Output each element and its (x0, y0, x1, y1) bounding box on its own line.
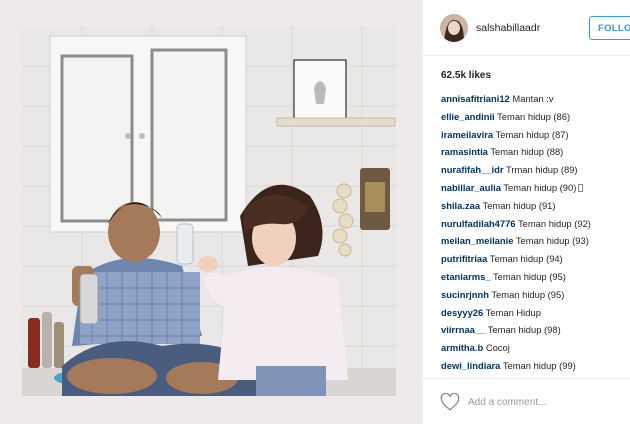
comment-item: ramasintia Teman hidup (88) (441, 143, 627, 161)
comment-item: etaniarms_ Teman hidup (95) (441, 268, 627, 286)
photo-pane (0, 0, 422, 424)
comment-item: viirrnaa__ Teman hidup (98) (441, 321, 627, 339)
missing-glyph-icon (578, 183, 584, 192)
comment-text: Teman hidup (86) (497, 110, 571, 122)
comment-username[interactable]: annisafitriani12 (441, 93, 510, 104)
comment-text: Teman hidup (99) (502, 359, 576, 371)
comment-text: Teman hidup (95) (492, 270, 566, 282)
comment-item: nurulfadilah4776 Teman hidup (92) (441, 215, 627, 233)
comment-text: Teman hidup (93) (515, 235, 589, 247)
post-photo[interactable] (22, 26, 396, 396)
divider (423, 378, 630, 379)
comment-text: Teman hidup (92) (517, 217, 591, 229)
avatar[interactable] (440, 14, 468, 42)
comment-item: putrifitriaa Teman hidup (94) (441, 250, 627, 268)
comment-item: dewi_lindiara Teman hidup (99) (441, 357, 627, 375)
username-link[interactable]: salshabillaadr (476, 22, 540, 34)
comment-text: Mantan :v (512, 93, 554, 104)
comment-item: ellie_andinii Teman hidup (86) (441, 108, 627, 126)
comment-text: Teman hidup (87) (495, 128, 569, 140)
post-header: salshabillaadr FOLLOW (423, 0, 630, 56)
comment-username[interactable]: nurulfadilah4776 (441, 218, 516, 229)
comment-username[interactable]: nabillar_aulia (441, 182, 501, 193)
comment-text: Cocoj (485, 342, 510, 354)
comment-item: meilan_meilanie Teman hidup (93) (441, 232, 627, 250)
photo-scene (22, 26, 396, 396)
comment-username[interactable]: meilan_meilanie (441, 235, 513, 246)
comment-item: desyyy26 Teman Hidup (441, 304, 627, 322)
comment-text: Teman hidup (91) (482, 199, 556, 211)
comment-text: Teman hidup (94) (489, 253, 563, 265)
comment-text: Teman hidup (90) (503, 181, 577, 193)
comment-item: irameilavira Teman hidup (87) (441, 126, 627, 144)
comment-username[interactable]: irameilavira (441, 129, 493, 140)
comment-item: nurafifah__idr Trman hidup (89) (441, 161, 627, 179)
comment-username[interactable]: shila.zaa (441, 200, 480, 211)
comment-username[interactable]: etaniarms_ (441, 271, 491, 282)
comment-username[interactable]: armitha.b (441, 342, 483, 353)
comment-username[interactable]: nurafifah__idr (441, 164, 504, 175)
comment-item: nabillar_aulia Teman hidup (90) (441, 179, 627, 197)
comment-username[interactable]: desyyy26 (441, 307, 483, 318)
comment-text: Teman hidup (95) (491, 288, 565, 300)
comment-text: Teman Hidup (485, 306, 541, 318)
comment-username[interactable]: ramasintia (441, 146, 488, 157)
follow-button[interactable]: FOLLOW (589, 16, 630, 40)
comment-text: Trman hidup (89) (505, 164, 578, 176)
comment-text: Teman hidup (88) (490, 146, 564, 158)
comment-item: annisafitriani12 Mantan :v (441, 90, 627, 108)
comment-username[interactable]: ellie_andinii (441, 111, 495, 122)
comment-item: shila.zaa Teman hidup (91) (441, 197, 627, 215)
likes-count[interactable]: 62.5k likes (441, 70, 491, 81)
comment-username[interactable]: dewi_lindiara (441, 360, 500, 371)
heart-icon[interactable] (440, 393, 460, 411)
comment-text: Teman hidup (98) (487, 324, 561, 336)
comment-username[interactable]: sucinrjnnh (441, 289, 489, 300)
comment-input[interactable] (468, 394, 618, 410)
post-sidebar: salshabillaadr FOLLOW 62.5k likes annisa… (422, 0, 630, 424)
comment-username[interactable]: viirrnaa__ (441, 324, 485, 335)
comment-item: armitha.b Cocoj (441, 339, 627, 357)
comment-item: sucinrjnnh Teman hidup (95) (441, 286, 627, 304)
comment-username[interactable]: putrifitriaa (441, 253, 487, 264)
avatar-image (440, 14, 468, 42)
comment-list: annisafitriani12 Mantan :v ellie_andinii… (441, 90, 627, 378)
